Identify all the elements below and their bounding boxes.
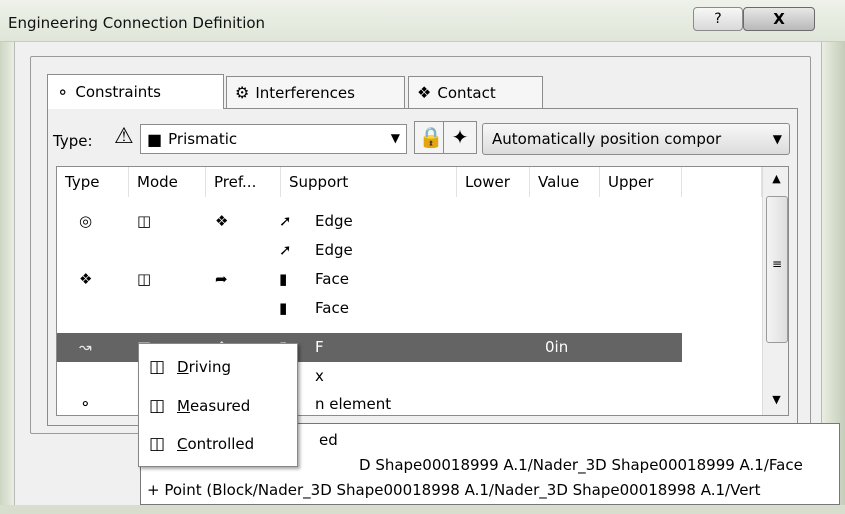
prismatic-icon: ■	[147, 129, 163, 149]
support-cell: F	[315, 338, 324, 356]
close-button[interactable]: X	[743, 7, 815, 31]
tab-label: Constraints	[75, 83, 161, 101]
driving-mode-icon: ◫	[137, 212, 152, 230]
grip-icon: ≡	[771, 257, 783, 271]
scroll-up-icon[interactable]: ▲	[763, 172, 788, 185]
surface-contact-icon: ❖	[79, 270, 93, 288]
column-header-mode[interactable]: Mode	[129, 167, 206, 197]
support-cell: x	[315, 367, 324, 385]
contact-icon: ❖	[417, 83, 432, 102]
window-frame-left	[0, 42, 14, 514]
window-frame-bottom	[0, 505, 845, 514]
measured-icon: ◫	[148, 396, 166, 416]
coincidence-icon: ◎	[79, 212, 93, 230]
column-header-upper[interactable]: Upper	[600, 167, 682, 197]
controlled-icon: ◫	[148, 434, 166, 454]
edge-icon: ➚	[279, 212, 292, 230]
type-combobox[interactable]: ■ Prismatic ▼	[140, 124, 407, 154]
preferred-icon: ❖	[215, 212, 229, 230]
support-cell: Face	[315, 299, 349, 317]
menu-item-controlled[interactable]: ◫ Controlled	[143, 426, 293, 462]
column-header-pref[interactable]: Pref...	[206, 167, 281, 197]
tab-contact[interactable]: ❖ Contact	[408, 76, 543, 108]
tab-label: Interferences	[255, 83, 355, 102]
chevron-down-icon: ▼	[772, 132, 782, 146]
column-header-value[interactable]: Value	[530, 167, 600, 197]
menu-item-driving[interactable]: ◫ Driving	[143, 349, 293, 385]
auto-position-wand-button[interactable]: ✦	[443, 121, 477, 154]
position-mode-combobox[interactable]: Automatically position compor ▼	[482, 123, 790, 155]
tab-interferences[interactable]: ⚙ Interferences	[226, 76, 405, 108]
edge-icon: ➚	[279, 241, 292, 259]
mode-context-menu: ◫ Driving ◫ Measured ◫ Controlled	[138, 343, 298, 467]
driving-mode-icon: ◫	[137, 270, 152, 288]
chevron-down-icon: ▼	[390, 131, 400, 145]
tab-constraints[interactable]: ⚬ Constraints	[47, 74, 224, 109]
window-title: Engineering Connection Definition	[8, 14, 266, 32]
scroll-down-icon[interactable]: ▼	[763, 393, 788, 406]
tooltip-line: + Point (Block/Nader_3D Shape00018998 A.…	[147, 481, 761, 499]
support-cell: n element	[315, 395, 392, 413]
menu-item-label: Driving	[177, 358, 231, 376]
face-icon: ▮	[279, 270, 288, 288]
distance-icon: ↝	[79, 338, 92, 356]
face-icon: ▮	[279, 299, 288, 317]
help-button[interactable]: ?	[693, 7, 743, 31]
type-value: Prismatic	[168, 130, 238, 148]
preferred-icon: ➦	[215, 270, 228, 288]
tooltip-line: ed	[319, 431, 338, 449]
support-cell: Edge	[315, 212, 353, 230]
constraints-icon: ⚬	[56, 82, 70, 102]
type-label: Type:	[53, 132, 93, 150]
constraint-type-icon: ⚬	[79, 395, 92, 413]
support-cell: Edge	[315, 241, 353, 259]
interferences-icon: ⚙	[235, 83, 250, 102]
lock-icon: 🔒	[418, 125, 444, 149]
menu-item-label: Measured	[177, 397, 251, 415]
column-header-blank	[682, 167, 762, 197]
column-header-type[interactable]: Type	[57, 167, 129, 197]
warning-icon: ⚠	[114, 124, 134, 149]
value-cell: 0in	[545, 338, 569, 356]
column-header-lower[interactable]: Lower	[457, 167, 530, 197]
support-cell: Face	[315, 270, 349, 288]
menu-item-label: Controlled	[177, 435, 255, 453]
menu-item-measured[interactable]: ◫ Measured	[143, 388, 293, 424]
driving-icon: ◫	[148, 357, 166, 377]
tooltip-line: D Shape00018999 A.1/Nader_3D Shape000189…	[359, 456, 803, 474]
column-header-support[interactable]: Support	[281, 167, 457, 197]
vertical-scrollbar[interactable]: ▲ ≡ ▼	[762, 167, 788, 415]
magic-wand-icon: ✦	[451, 125, 469, 149]
position-mode-value: Automatically position compor	[492, 130, 722, 148]
scrollbar-thumb[interactable]: ≡	[766, 196, 788, 343]
tab-label: Contact	[437, 83, 496, 102]
